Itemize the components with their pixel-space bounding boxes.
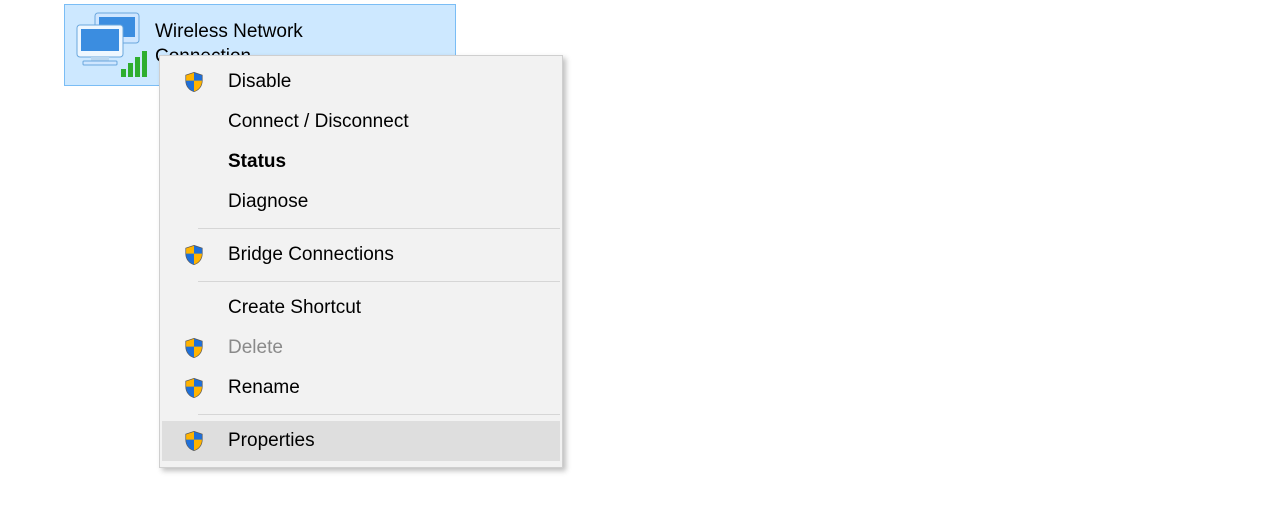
menu-item-create-shortcut[interactable]: Create Shortcut <box>162 288 560 328</box>
menu-item-delete: Delete <box>162 328 560 368</box>
menu-item-label: Properties <box>218 430 552 452</box>
menu-item-connect-disconnect[interactable]: Connect / Disconnect <box>162 102 560 142</box>
menu-item-label: Bridge Connections <box>218 244 552 266</box>
menu-item-properties[interactable]: Properties <box>162 421 560 461</box>
uac-shield-icon <box>170 430 218 452</box>
network-adapter-icon <box>65 5 155 85</box>
menu-item-label: Status <box>218 151 552 173</box>
menu-item-diagnose[interactable]: Diagnose <box>162 182 560 222</box>
menu-item-disable[interactable]: Disable <box>162 62 560 102</box>
menu-item-rename[interactable]: Rename <box>162 368 560 408</box>
menu-item-label: Delete <box>218 337 552 359</box>
menu-separator <box>198 281 560 282</box>
menu-separator <box>198 228 560 229</box>
menu-item-label: Diagnose <box>218 191 552 213</box>
menu-item-label: Disable <box>218 71 552 93</box>
menu-item-bridge-connections[interactable]: Bridge Connections <box>162 235 560 275</box>
uac-shield-icon <box>170 71 218 93</box>
adapter-label-line1: Wireless Network <box>155 20 451 45</box>
menu-item-label: Rename <box>218 377 552 399</box>
uac-shield-icon <box>170 377 218 399</box>
menu-item-label: Create Shortcut <box>218 297 552 319</box>
context-menu: Disable Connect / Disconnect Status Diag… <box>159 55 563 468</box>
uac-shield-icon <box>170 337 218 359</box>
menu-separator <box>198 414 560 415</box>
menu-item-label: Connect / Disconnect <box>218 111 552 133</box>
menu-item-status[interactable]: Status <box>162 142 560 182</box>
uac-shield-icon <box>170 244 218 266</box>
